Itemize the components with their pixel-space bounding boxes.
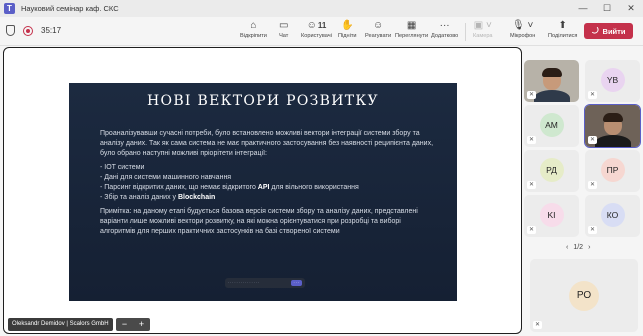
toolbar-divider bbox=[465, 23, 466, 41]
hand-icon: ✋ bbox=[341, 20, 354, 31]
mic-button[interactable]: 🎙 ˅ Мікрофон bbox=[510, 19, 535, 45]
teams-icon: T bbox=[4, 3, 15, 14]
chevron-left-icon[interactable]: ‹ bbox=[566, 244, 568, 251]
screen-share-notice: · · · · · · · · · · · · · · · · · · bbox=[225, 278, 305, 288]
share-icon: ⬆ bbox=[558, 20, 567, 31]
people-icon: ☺ bbox=[306, 20, 317, 31]
avatar: YB bbox=[600, 68, 625, 92]
maximize-icon[interactable]: ☐ bbox=[595, 0, 619, 17]
participant-tile[interactable]: AM ✕ bbox=[524, 105, 579, 147]
leave-button[interactable]: Вийти bbox=[584, 23, 633, 39]
avatar: КО bbox=[600, 203, 625, 227]
camera-button[interactable]: ▣ ˅ Камера bbox=[473, 19, 493, 45]
participants-gallery: ✕ YB ✕ AM ✕ ✕ РД ✕ ПР ✕ KI ✕ КО ✕ ‹ 1/2 … bbox=[524, 47, 643, 336]
shield-icon[interactable] bbox=[6, 25, 15, 36]
recording-icon bbox=[23, 25, 33, 36]
participant-tile[interactable]: ✕ bbox=[524, 60, 579, 102]
chat-icon: ▭ bbox=[279, 20, 289, 31]
slide-title: НОВІ ВЕКТОРИ РОЗВИТКУ bbox=[147, 93, 379, 109]
shared-screen-stage: НОВІ ВЕКТОРИ РОЗВИТКУ Проаналізувавши су… bbox=[3, 47, 522, 334]
slide-bullet: - Збір та аналіз даних у Blockchain bbox=[100, 194, 216, 201]
more-button[interactable]: ··· Додатково bbox=[431, 19, 458, 45]
title-bar: T Науковий семінар каф. СКС — ☐ ✕ bbox=[0, 0, 643, 17]
presenter-name: Oleksandr Demidov | Scalors GmbH bbox=[8, 318, 113, 331]
grid-icon: ▦ bbox=[406, 20, 417, 31]
slide-bullet: - IOT системи bbox=[100, 164, 145, 171]
participant-tile[interactable]: КО ✕ bbox=[585, 195, 640, 237]
people-count: 11 bbox=[317, 21, 327, 30]
avatar: AM bbox=[539, 113, 564, 137]
share-screen-button[interactable]: ⬆ Поділитися bbox=[548, 19, 577, 45]
mic-off-icon: 🎙 ˅ bbox=[512, 20, 534, 31]
mic-muted-icon: ✕ bbox=[588, 136, 597, 144]
camera-off-icon: ▣ ˅ bbox=[473, 20, 492, 31]
unpin-button[interactable]: ⌂ Відкріпити bbox=[240, 19, 267, 45]
mic-muted-icon: ✕ bbox=[533, 321, 542, 329]
participant-tile[interactable]: KI ✕ bbox=[524, 195, 579, 237]
react-button[interactable]: ☺ Реагувати bbox=[365, 19, 391, 45]
participant-tile-large[interactable]: РО ✕ bbox=[530, 259, 638, 332]
chat-button[interactable]: ▭ Чат bbox=[279, 19, 288, 45]
view-button[interactable]: ▦ Переглянути bbox=[395, 19, 428, 45]
participant-tile[interactable]: РД ✕ bbox=[524, 150, 579, 192]
avatar: РД bbox=[539, 158, 564, 182]
slide-bullet: - Дані для системи машинного навчання bbox=[100, 174, 232, 181]
zoom-in-icon[interactable]: + bbox=[139, 318, 144, 331]
slide-bullets: - IOT системи - Дані для системи машинно… bbox=[100, 163, 435, 203]
slide-body: Проаналізувавши сучасні потреби, було вс… bbox=[100, 129, 435, 241]
mic-muted-icon: ✕ bbox=[527, 91, 536, 99]
participant-tile[interactable]: ПР ✕ bbox=[585, 150, 640, 192]
share-notice-button[interactable]: · · · bbox=[290, 280, 302, 286]
presentation-slide: НОВІ ВЕКТОРИ РОЗВИТКУ Проаналізувавши су… bbox=[69, 83, 457, 301]
participant-tile[interactable]: YB ✕ bbox=[585, 60, 640, 102]
slide-note: Примітка: на даному етапі будується базо… bbox=[100, 208, 418, 235]
avatar: KI bbox=[539, 203, 564, 227]
page-indicator: 1/2 bbox=[573, 244, 584, 251]
minimize-icon[interactable]: — bbox=[571, 0, 595, 17]
window-controls: — ☐ ✕ bbox=[571, 0, 643, 17]
slide-intro: Проаналізувавши сучасні потреби, було вс… bbox=[100, 130, 434, 157]
avatar: ПР bbox=[600, 158, 625, 182]
mic-muted-icon: ✕ bbox=[588, 181, 597, 189]
participant-tile-speaking[interactable]: ✕ bbox=[584, 104, 641, 148]
phone-icon bbox=[591, 26, 600, 36]
pin-icon: ⌂ bbox=[250, 20, 257, 31]
zoom-out-icon[interactable]: − bbox=[122, 318, 127, 331]
avatar: РО bbox=[569, 280, 599, 311]
people-button[interactable]: ☺ 11 Користувачі bbox=[301, 19, 332, 45]
meeting-status: 35:17 bbox=[6, 25, 61, 36]
window-title: Науковий семінар каф. СКС bbox=[21, 4, 119, 13]
meeting-timer: 35:17 bbox=[41, 26, 62, 35]
mic-muted-icon: ✕ bbox=[588, 91, 597, 99]
mic-muted-icon: ✕ bbox=[527, 226, 536, 234]
more-icon: ··· bbox=[439, 20, 450, 31]
slide-bullet: - Парсинг відкритих даних, що немає відк… bbox=[100, 184, 359, 191]
smile-icon: ☺ bbox=[372, 20, 384, 31]
chevron-right-icon[interactable]: › bbox=[588, 244, 590, 251]
mic-muted-icon: ✕ bbox=[527, 181, 536, 189]
mic-muted-icon: ✕ bbox=[527, 136, 536, 144]
close-icon[interactable]: ✕ bbox=[619, 0, 643, 17]
share-notice-text: · · · · · · · · · · · · · · · bbox=[228, 281, 260, 285]
raise-hand-button[interactable]: ✋ Підніти bbox=[338, 19, 357, 45]
meeting-toolbar: 35:17 ⌂ Відкріпити ▭ Чат ☺ 11 Користувачі… bbox=[0, 17, 643, 46]
mic-muted-icon: ✕ bbox=[588, 226, 597, 234]
zoom-controls: − + bbox=[116, 318, 150, 331]
gallery-pager: ‹ 1/2 › bbox=[566, 244, 590, 251]
